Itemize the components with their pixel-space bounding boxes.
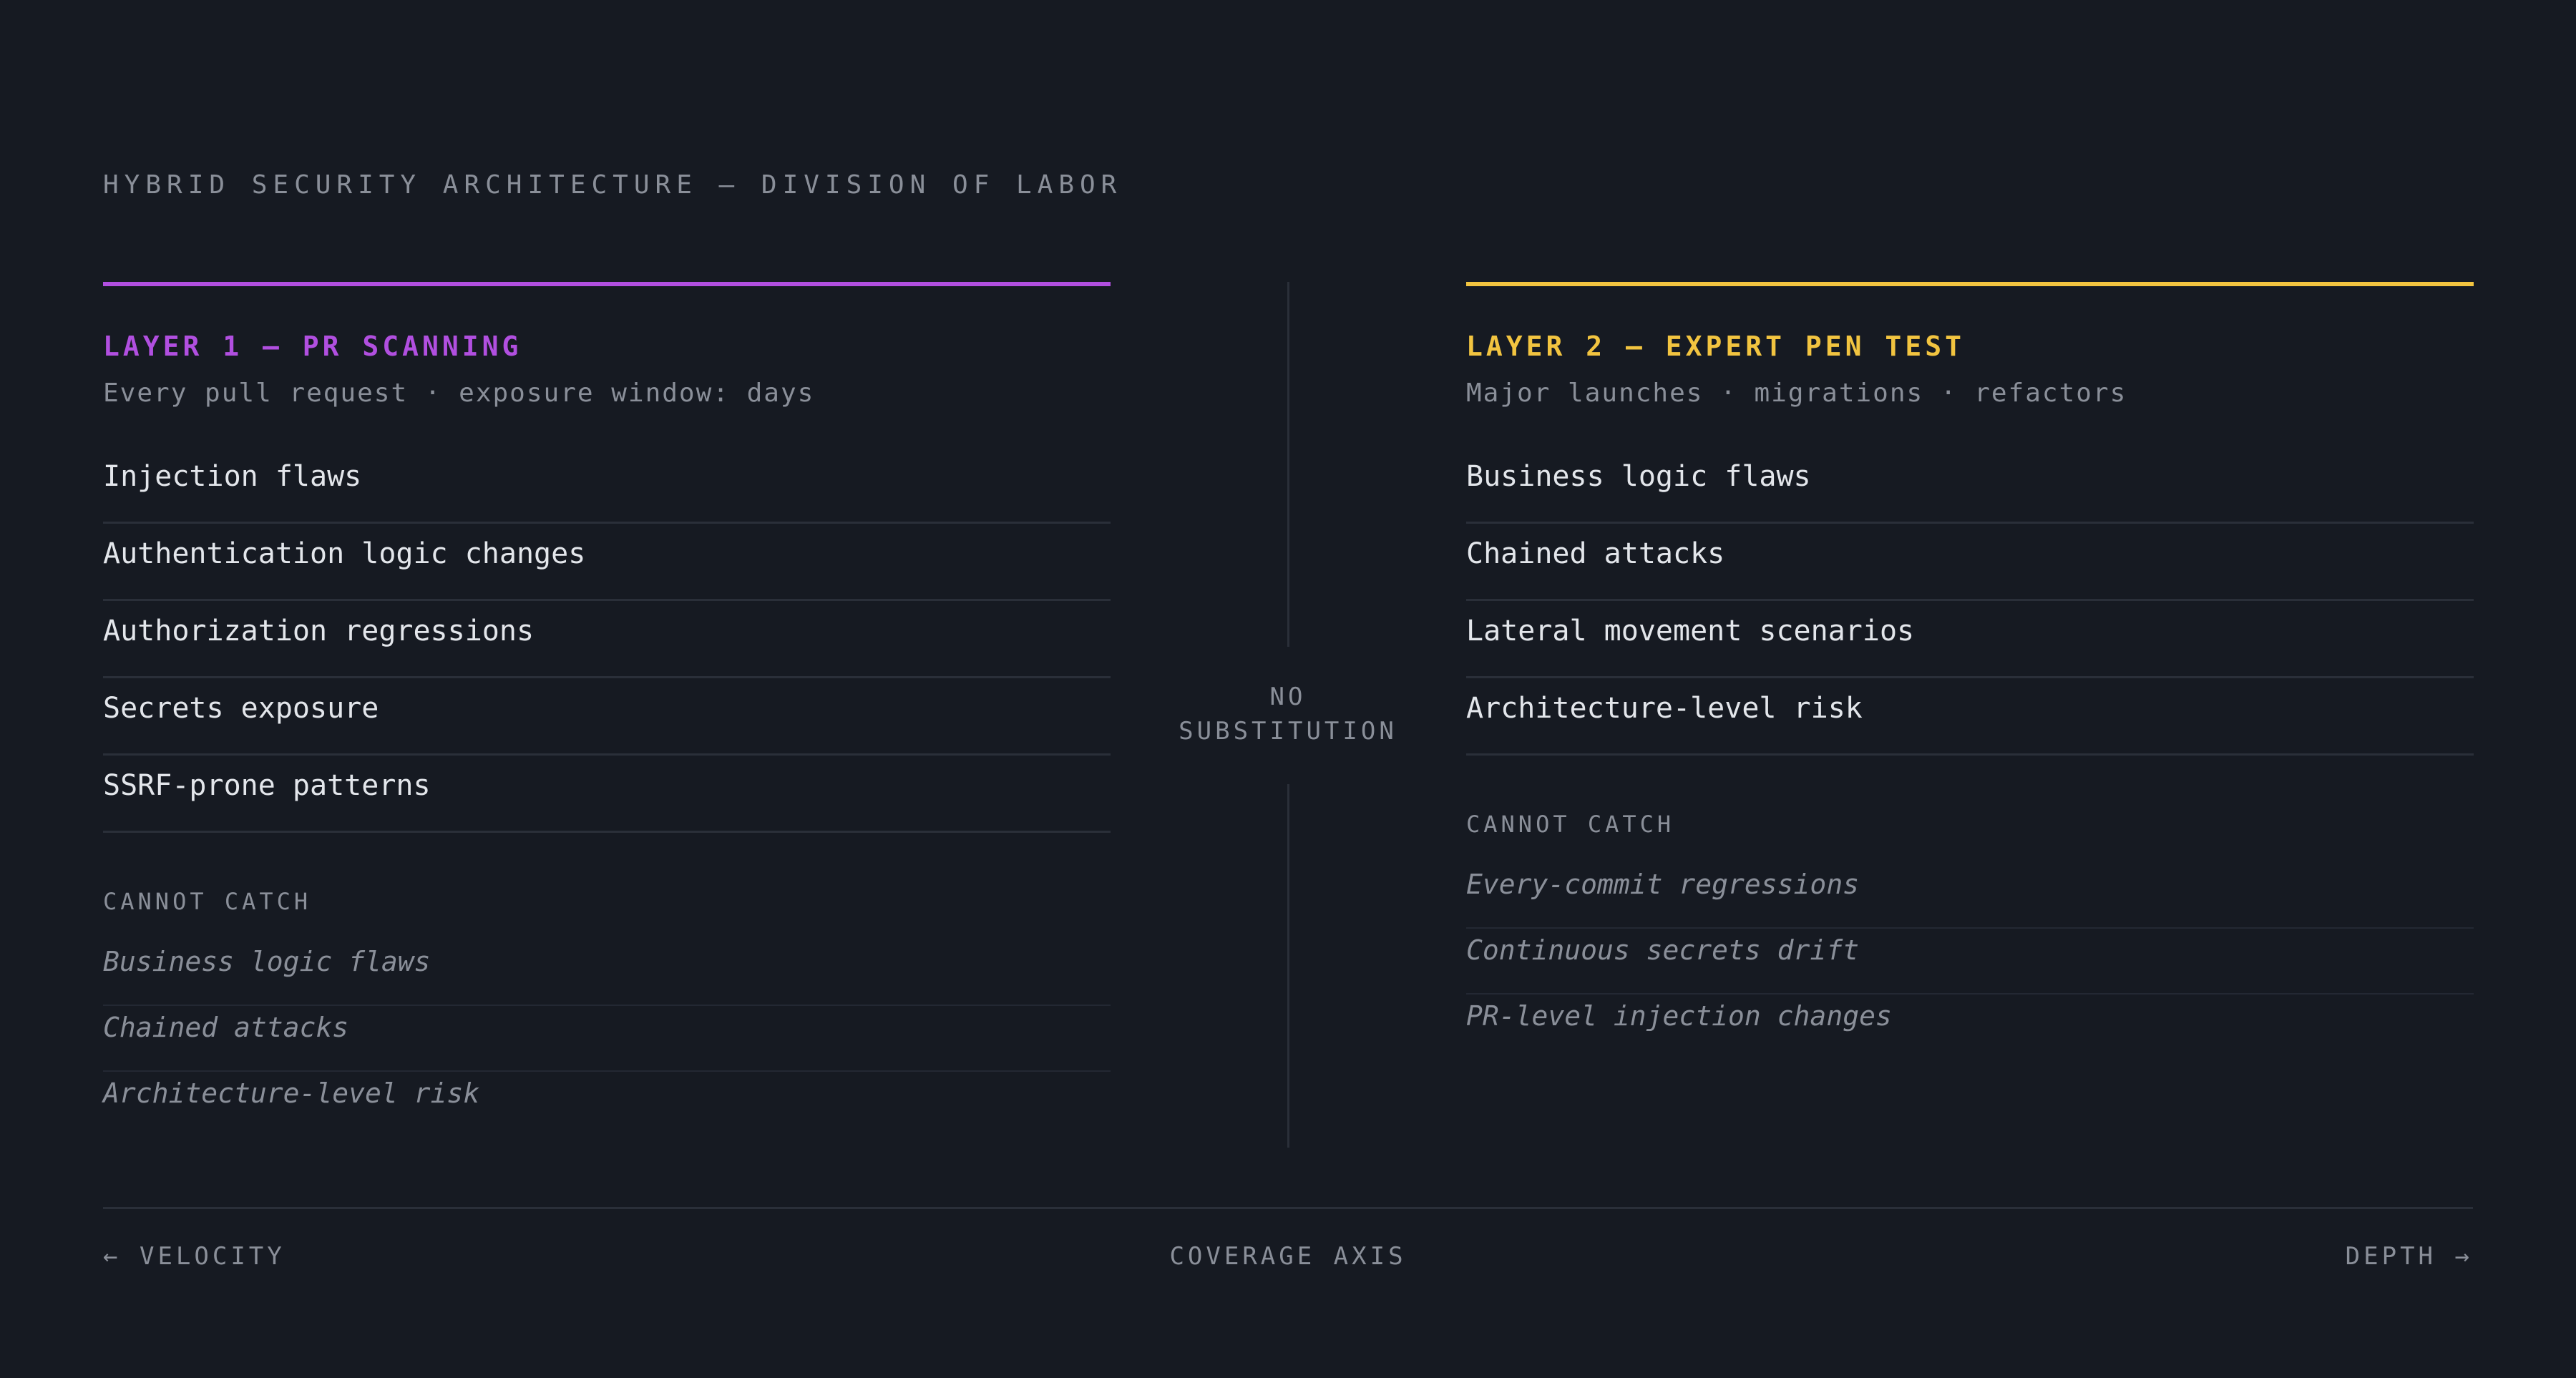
list-item: Secrets exposure (103, 678, 1111, 756)
list-item: Continuous secrets drift (1466, 929, 2474, 995)
list-item: Architecture-level risk (1466, 678, 2474, 756)
divider-line-bottom (1287, 784, 1289, 1148)
list-item: SSRF-prone patterns (103, 756, 1111, 833)
no-substitution-label: NO SUBSTITUTION (1145, 680, 1431, 748)
list-item: Business logic flaws (1466, 446, 2474, 524)
axis-rule (103, 1207, 2473, 1209)
layer1-title: LAYER 1 — PR SCANNING (103, 331, 522, 362)
layer2-accent-bar (1466, 282, 2474, 286)
axis-depth: DEPTH → (2346, 1241, 2473, 1272)
layer1-catch-list: Injection flaws Authentication logic cha… (103, 446, 1111, 833)
list-item: Architecture-level risk (103, 1078, 480, 1109)
axis-velocity: ← VELOCITY (103, 1241, 286, 1272)
axis-velocity-label: VELOCITY (139, 1242, 286, 1271)
arrow-right-icon: → (2454, 1242, 2473, 1271)
list-item: Injection flaws (103, 446, 1111, 524)
layer1-cannot-catch-list: Business logic flaws Chained attacks Arc… (103, 940, 1111, 1138)
list-item: Chained attacks (103, 1006, 1111, 1072)
layer2-subtitle: Major launches · migrations · refactors (1466, 378, 2127, 408)
divider-line-top (1287, 282, 1289, 647)
layer1-cannot-catch-label: CANNOT CATCH (103, 888, 312, 915)
list-item: Authentication logic changes (103, 524, 1111, 601)
divider-label-line1: NO (1269, 683, 1307, 711)
axis-coverage-label: COVERAGE AXIS (1169, 1242, 1407, 1271)
axis-depth-label: DEPTH (2345, 1242, 2437, 1271)
diagram-page: HYBRID SECURITY ARCHITECTURE — DIVISION … (103, 0, 2474, 1378)
layer1-column: LAYER 1 — PR SCANNING Every pull request… (103, 282, 1111, 1138)
list-item: Chained attacks (1466, 524, 2474, 601)
diagram-title: HYBRID SECURITY ARCHITECTURE — DIVISION … (103, 170, 1123, 200)
layer2-catch-list: Business logic flaws Chained attacks Lat… (1466, 446, 2474, 756)
layer2-cannot-catch-label: CANNOT CATCH (1466, 811, 1675, 838)
arrow-left-icon: ← (103, 1242, 122, 1271)
list-item: Lateral movement scenarios (1466, 601, 2474, 678)
list-item: PR-level injection changes (1466, 1000, 1892, 1032)
layer1-accent-bar (103, 282, 1111, 286)
layer2-column: LAYER 2 — EXPERT PEN TEST Major launches… (1466, 282, 2474, 1060)
layer2-title: LAYER 2 — EXPERT PEN TEST (1466, 331, 1965, 362)
layer1-subtitle: Every pull request · exposure window: da… (103, 378, 815, 408)
layer2-cannot-catch-list: Every-commit regressions Continuous secr… (1466, 863, 2474, 1060)
divider-label-line2: SUBSTITUTION (1179, 717, 1397, 746)
list-item: Every-commit regressions (1466, 863, 2474, 929)
list-item: Authorization regressions (103, 601, 1111, 678)
list-item: Business logic flaws (103, 940, 1111, 1006)
